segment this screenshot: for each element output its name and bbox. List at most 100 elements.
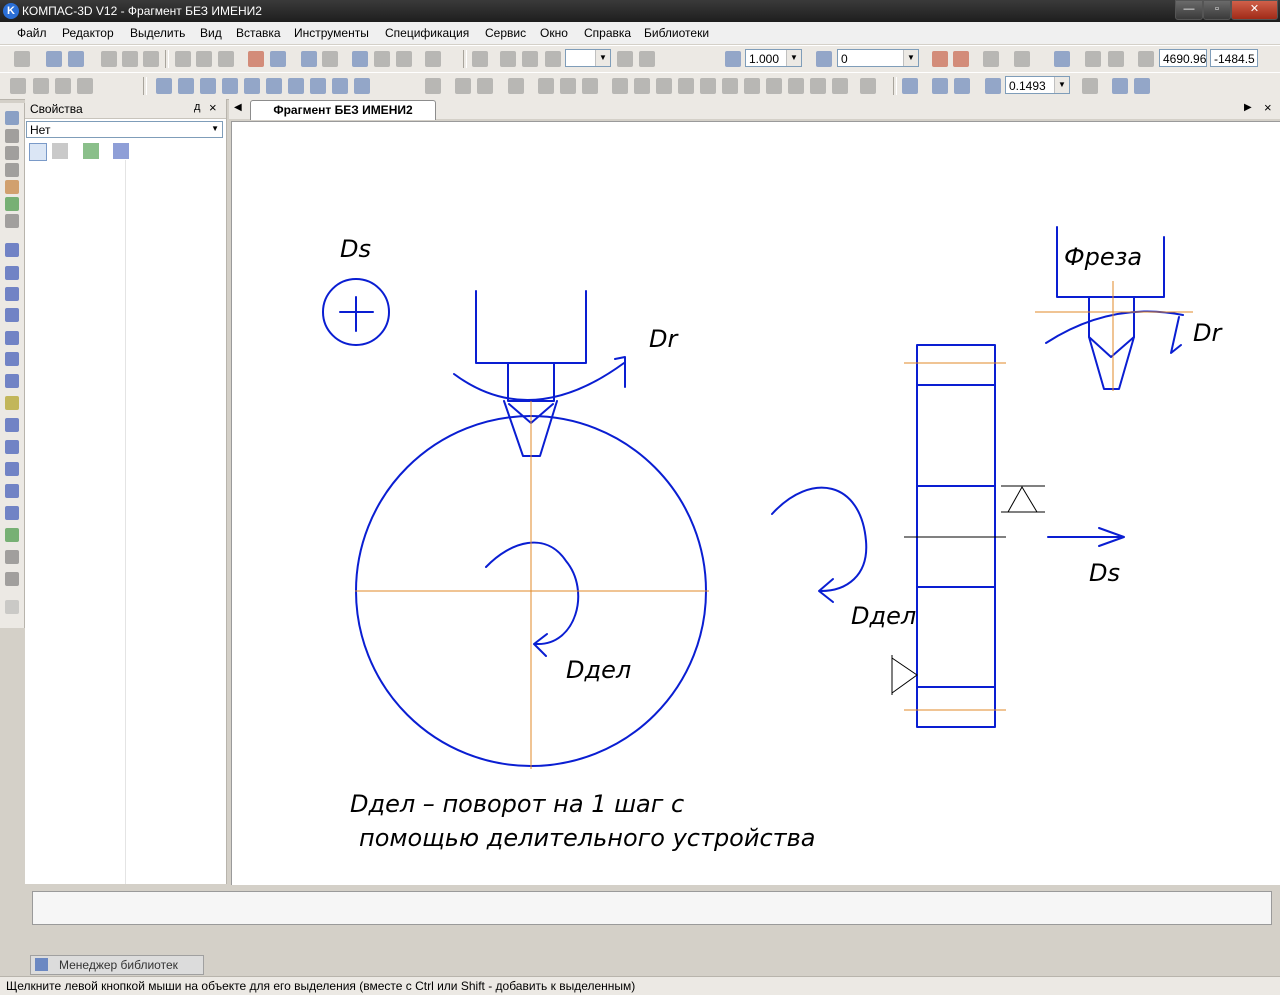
polyline-icon[interactable] (5, 396, 19, 410)
cut-icon[interactable] (175, 51, 191, 67)
geom-icon[interactable] (425, 78, 441, 94)
snap-point-icon[interactable] (156, 78, 172, 94)
shape8-icon[interactable] (700, 78, 716, 94)
edit-panel-icon[interactable] (5, 163, 19, 177)
select-panel-icon[interactable] (5, 214, 19, 228)
measure-panel-icon[interactable] (5, 197, 19, 211)
menu-service[interactable]: Сервис (485, 26, 526, 40)
arc-icon[interactable] (5, 331, 19, 345)
refresh-icon[interactable] (1112, 78, 1128, 94)
menu-view[interactable]: Вид (200, 26, 222, 40)
drawing-area[interactable]: Ds Dr Dдел Фреза Dr Dдел Ds Dдел – повор… (231, 121, 1280, 885)
menu-help[interactable]: Справка (584, 26, 631, 40)
snap-intersect-icon[interactable] (178, 78, 194, 94)
geom4-icon[interactable] (508, 78, 524, 94)
copy-icon[interactable] (196, 51, 212, 67)
ellipse-icon[interactable] (5, 352, 19, 366)
snap-tangent-icon[interactable] (266, 78, 282, 94)
menu-window[interactable]: Окно (540, 26, 568, 40)
snap-quadrant-icon[interactable] (244, 78, 260, 94)
variables-icon[interactable] (374, 51, 390, 67)
menu-edit[interactable]: Редактор (62, 26, 114, 40)
spline-icon[interactable] (5, 374, 19, 388)
dimensions-panel-icon[interactable] (5, 129, 19, 143)
help-icon[interactable] (113, 143, 129, 159)
shape-icon[interactable] (538, 78, 554, 94)
pan-icon[interactable] (1082, 78, 1098, 94)
minimize-button[interactable]: — (1175, 0, 1203, 20)
help-cursor-icon[interactable] (425, 51, 441, 67)
nav-icon[interactable] (617, 51, 633, 67)
aux-line-icon[interactable] (5, 266, 19, 280)
part3-icon[interactable] (522, 51, 538, 67)
point-tool-icon[interactable] (5, 243, 19, 257)
grid-icon[interactable] (1014, 51, 1030, 67)
redo-icon[interactable] (322, 51, 338, 67)
snap-middle-icon[interactable] (200, 78, 216, 94)
line-style-icon[interactable] (10, 78, 26, 94)
new-document-icon[interactable] (14, 51, 30, 67)
coord-x-field[interactable]: 4690.96 (1159, 49, 1207, 67)
zoom-out-icon[interactable] (954, 78, 970, 94)
line-style4-icon[interactable] (77, 78, 93, 94)
snap-angle-icon[interactable] (332, 78, 348, 94)
snap-magnet2-icon[interactable] (953, 51, 969, 67)
line-style3-icon[interactable] (55, 78, 71, 94)
redraw-icon[interactable] (1134, 78, 1150, 94)
parametrization-panel-icon[interactable] (5, 180, 19, 194)
manager-icon[interactable] (352, 51, 368, 67)
shape2-icon[interactable] (560, 78, 576, 94)
paste-icon[interactable] (218, 51, 234, 67)
shape3-icon[interactable] (582, 78, 598, 94)
print-icon[interactable] (101, 51, 117, 67)
zoom-window-icon[interactable] (902, 78, 918, 94)
segment-icon[interactable] (5, 287, 19, 301)
sort-category-icon[interactable] (29, 143, 47, 161)
undo-icon[interactable] (301, 51, 317, 67)
line-style2-icon[interactable] (33, 78, 49, 94)
properties-page-icon[interactable] (83, 143, 99, 159)
snap-grid-icon[interactable] (310, 78, 326, 94)
menu-libraries[interactable]: Библиотеки (644, 26, 709, 40)
library-manager-tab[interactable]: Менеджер библиотек (30, 955, 204, 975)
local-cs-icon[interactable] (1054, 51, 1070, 67)
snap-normal-icon[interactable] (288, 78, 304, 94)
zoom-combo[interactable]: 0.1493 ▼ (1005, 76, 1070, 94)
shape14-icon[interactable] (832, 78, 848, 94)
menu-specification[interactable]: Спецификация (385, 26, 469, 40)
object-select[interactable]: Нет ▼ (26, 121, 223, 138)
nav2-icon[interactable] (639, 51, 655, 67)
scale-combo[interactable]: 1.000 ▼ (745, 49, 802, 67)
circle-icon[interactable] (5, 308, 19, 322)
ortho-mode-icon[interactable] (1085, 51, 1101, 67)
round-icon[interactable] (1108, 51, 1124, 67)
layer-combo[interactable]: 0 ▼ (837, 49, 919, 67)
macro-icon[interactable] (5, 600, 19, 614)
menu-file[interactable]: Файл (17, 26, 47, 40)
sort-alpha-icon[interactable] (52, 143, 68, 159)
menu-insert[interactable]: Вставка (236, 26, 281, 40)
shape15-icon[interactable] (860, 78, 876, 94)
shape9-icon[interactable] (722, 78, 738, 94)
properties-toggle-icon[interactable] (270, 51, 286, 67)
shape5-icon[interactable] (634, 78, 650, 94)
maximize-button[interactable]: ▫ (1203, 0, 1231, 20)
tab-fragment[interactable]: Фрагмент БЕЗ ИМЕНИ2 (250, 100, 436, 120)
zoom-scale-icon[interactable] (985, 78, 1001, 94)
snap-on-curve-icon[interactable] (354, 78, 370, 94)
tab-close-icon[interactable]: × (1264, 100, 1272, 115)
fillet-icon[interactable] (5, 484, 19, 498)
snap-center-icon[interactable] (222, 78, 238, 94)
contour-icon[interactable] (5, 418, 19, 432)
print-preview-icon[interactable] (122, 51, 138, 67)
tab-scroll-right-icon[interactable]: ▶ (1244, 102, 1252, 113)
menu-tools[interactable]: Инструменты (294, 26, 369, 40)
preview-icon[interactable] (143, 51, 159, 67)
geometry-panel-icon[interactable] (5, 111, 19, 125)
coord-y-field[interactable]: -1484.5 (1210, 49, 1258, 67)
shape7-icon[interactable] (678, 78, 694, 94)
rectangle-icon[interactable] (5, 506, 19, 520)
shape13-icon[interactable] (810, 78, 826, 94)
tab-scroll-left-icon[interactable]: ◀ (234, 102, 242, 113)
geom2-icon[interactable] (455, 78, 471, 94)
